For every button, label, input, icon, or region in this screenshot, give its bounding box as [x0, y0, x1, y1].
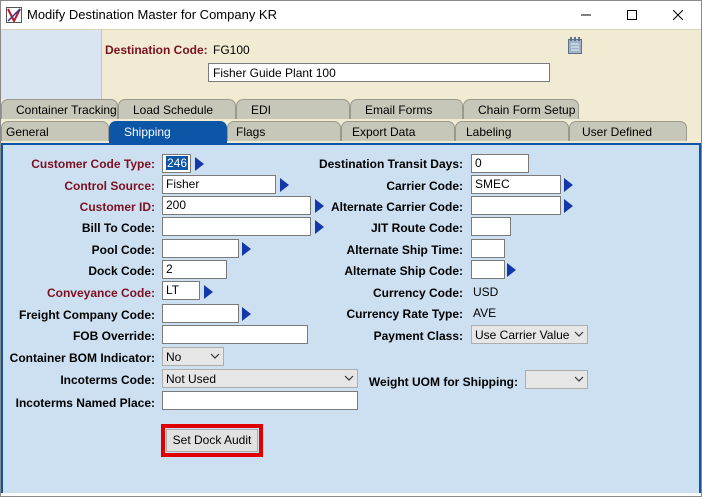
carrier-code-field[interactable]: SMEC: [471, 175, 561, 194]
customer-code-type-lookup-icon[interactable]: [195, 157, 204, 171]
dock-code-field[interactable]: 2: [162, 260, 227, 279]
customer-code-type-value: 246: [166, 156, 189, 170]
alternate-carrier-code-field[interactable]: [471, 196, 561, 215]
chevron-down-icon: [574, 331, 584, 337]
tab-general[interactable]: General: [1, 121, 109, 141]
notepad-icon[interactable]: [567, 36, 583, 54]
fob-override-label: FOB Override:: [72, 329, 155, 343]
customer-id-lookup-icon[interactable]: [315, 199, 324, 213]
header-side-panel: [1, 30, 102, 100]
bill-to-code-label: Bill To Code:: [81, 221, 155, 235]
minimize-icon: [581, 14, 591, 16]
freight-company-code-field[interactable]: [162, 304, 239, 323]
close-icon: [673, 10, 683, 20]
app-logo-icon: [6, 7, 22, 23]
container-bom-indicator-value: No: [166, 350, 182, 364]
destination-code-value: FG100: [213, 43, 250, 57]
set-dock-audit-button[interactable]: Set Dock Audit: [166, 429, 258, 452]
tab-strip: Container Tracking Load Schedule EDI Ema…: [1, 99, 701, 143]
incoterms-code-select[interactable]: Not Used: [162, 369, 358, 388]
app-window: Modify Destination Master for Company KR…: [0, 0, 702, 497]
alternate-ship-code-label: Alternate Ship Code:: [344, 264, 463, 278]
tab-user-defined[interactable]: User Defined: [569, 121, 687, 141]
currency-code-label: Currency Code:: [372, 286, 463, 300]
customer-code-type-field[interactable]: 246: [162, 154, 191, 173]
header-panel: Destination Code: FG100 Fisher Guide Pla…: [1, 29, 701, 100]
tab-export-data[interactable]: Export Data: [341, 121, 455, 141]
jit-route-code-field[interactable]: [471, 217, 511, 236]
tab-shipping[interactable]: Shipping: [109, 121, 227, 143]
payment-class-value: Use Carrier Value: [475, 328, 570, 342]
control-source-lookup-icon[interactable]: [280, 178, 289, 192]
payment-class-select[interactable]: Use Carrier Value: [471, 325, 588, 344]
maximize-button[interactable]: [609, 1, 655, 29]
alternate-ship-code-field[interactable]: [471, 260, 505, 279]
tab-container-tracking[interactable]: Container Tracking: [1, 99, 118, 119]
fob-override-field[interactable]: [162, 325, 308, 344]
conveyance-code-label: Conveyance Code:: [46, 286, 155, 300]
currency-rate-type-label: Currency Rate Type:: [346, 307, 463, 321]
weight-uom-select[interactable]: [525, 370, 588, 389]
control-source-label: Control Source:: [64, 179, 155, 193]
currency-code-value: USD: [473, 285, 499, 299]
destination-transit-days-label: Destination Transit Days:: [318, 157, 463, 171]
jit-route-code-label: JIT Route Code:: [371, 221, 463, 235]
destination-transit-days-field[interactable]: 0: [471, 154, 529, 173]
close-button[interactable]: [655, 1, 701, 29]
pool-code-field[interactable]: [162, 239, 239, 258]
tab-load-schedule[interactable]: Load Schedule: [118, 99, 236, 119]
chevron-down-icon: [344, 375, 354, 381]
customer-id-field[interactable]: 200: [162, 196, 311, 215]
bill-to-code-field[interactable]: [162, 217, 311, 236]
alternate-ship-time-label: Alternate Ship Time:: [346, 243, 463, 257]
tab-labeling[interactable]: Labeling: [455, 121, 569, 141]
customer-id-label: Customer ID:: [79, 200, 155, 214]
chevron-down-icon: [210, 353, 220, 359]
incoterms-code-label: Incoterms Code:: [60, 373, 155, 387]
incoterms-named-place-label: Incoterms Named Place:: [15, 396, 155, 410]
pool-code-label: Pool Code:: [91, 243, 155, 257]
carrier-code-label: Carrier Code:: [386, 179, 463, 193]
alternate-ship-time-field[interactable]: [471, 239, 505, 258]
customer-code-type-label: Customer Code Type:: [31, 157, 155, 171]
control-source-field[interactable]: Fisher: [162, 175, 276, 194]
minimize-button[interactable]: [563, 1, 609, 29]
alternate-carrier-code-lookup-icon[interactable]: [564, 199, 573, 213]
freight-company-code-label: Freight Company Code:: [18, 308, 155, 322]
conveyance-code-field[interactable]: LT: [162, 281, 200, 300]
bill-to-code-lookup-icon[interactable]: [315, 220, 324, 234]
dock-code-label: Dock Code:: [88, 264, 155, 278]
container-bom-indicator-select[interactable]: No: [162, 347, 224, 366]
chevron-down-icon: [574, 376, 584, 382]
destination-name-field[interactable]: Fisher Guide Plant 100: [208, 63, 550, 82]
incoterms-named-place-field[interactable]: [162, 391, 358, 410]
alternate-carrier-code-label: Alternate Carrier Code:: [330, 200, 463, 214]
tab-flags[interactable]: Flags: [227, 121, 341, 141]
payment-class-label: Payment Class:: [373, 329, 463, 343]
destination-code-label: Destination Code:: [105, 43, 208, 57]
tab-chain-form-setup[interactable]: Chain Form Setup: [463, 99, 579, 119]
weight-uom-label: Weight UOM for Shipping:: [368, 375, 518, 389]
tab-email-forms[interactable]: Email Forms: [350, 99, 463, 119]
carrier-code-lookup-icon[interactable]: [564, 178, 573, 192]
highlight-box: Set Dock Audit: [161, 424, 263, 457]
pool-code-lookup-icon[interactable]: [242, 242, 251, 256]
alternate-ship-code-lookup-icon[interactable]: [507, 263, 516, 277]
conveyance-code-lookup-icon[interactable]: [204, 285, 213, 299]
currency-rate-type-value: AVE: [473, 306, 497, 320]
incoterms-code-value: Not Used: [166, 372, 217, 386]
freight-company-code-lookup-icon[interactable]: [242, 307, 251, 321]
container-bom-indicator-label: Container BOM Indicator:: [9, 351, 155, 365]
tab-edi[interactable]: EDI: [236, 99, 350, 119]
title-bar: Modify Destination Master for Company KR: [1, 1, 701, 29]
window-title: Modify Destination Master for Company KR: [27, 7, 277, 22]
maximize-icon: [627, 10, 637, 20]
